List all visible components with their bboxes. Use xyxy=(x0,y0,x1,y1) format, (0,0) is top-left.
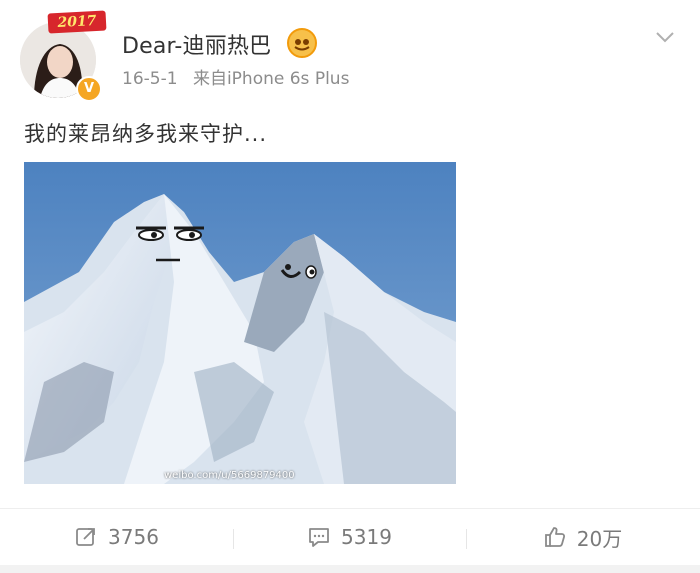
watermark: weibo.com/u/5669879400 xyxy=(164,470,295,481)
post-image[interactable]: weibo.com/u/5669879400 xyxy=(24,162,456,484)
like-button[interactable]: 20万 xyxy=(466,509,699,565)
year-badge: 2017 xyxy=(47,10,107,34)
post-date: 16-5-1 xyxy=(122,69,178,89)
chevron-down-icon[interactable] xyxy=(654,26,676,48)
repost-count: 3756 xyxy=(108,525,159,549)
post-text: 我的莱昂纳多我来守护... xyxy=(24,122,268,146)
comment-button[interactable]: 5319 xyxy=(233,509,466,565)
repost-button[interactable]: 3756 xyxy=(0,509,233,565)
post-meta: 16-5-1 来自iPhone 6s Plus xyxy=(122,64,349,89)
comment-icon xyxy=(307,525,331,549)
username[interactable]: Dear-迪丽热巴 xyxy=(122,28,271,60)
action-bar: 3756 5319 20万 xyxy=(0,508,700,565)
bottom-separator xyxy=(0,565,700,573)
verified-v-icon: V xyxy=(76,76,102,102)
post-header: 2017 V Dear-迪丽热巴 16-5-1 来自iPhone 6s Plus xyxy=(0,0,700,102)
thumbs-up-icon xyxy=(543,525,567,549)
comment-count: 5319 xyxy=(341,525,392,549)
repost-icon xyxy=(74,525,98,549)
like-count: 20万 xyxy=(576,526,623,551)
member-crown-icon[interactable] xyxy=(287,28,317,58)
avatar-group[interactable]: 2017 V xyxy=(20,10,110,102)
post-source: 来自iPhone 6s Plus xyxy=(192,69,350,89)
